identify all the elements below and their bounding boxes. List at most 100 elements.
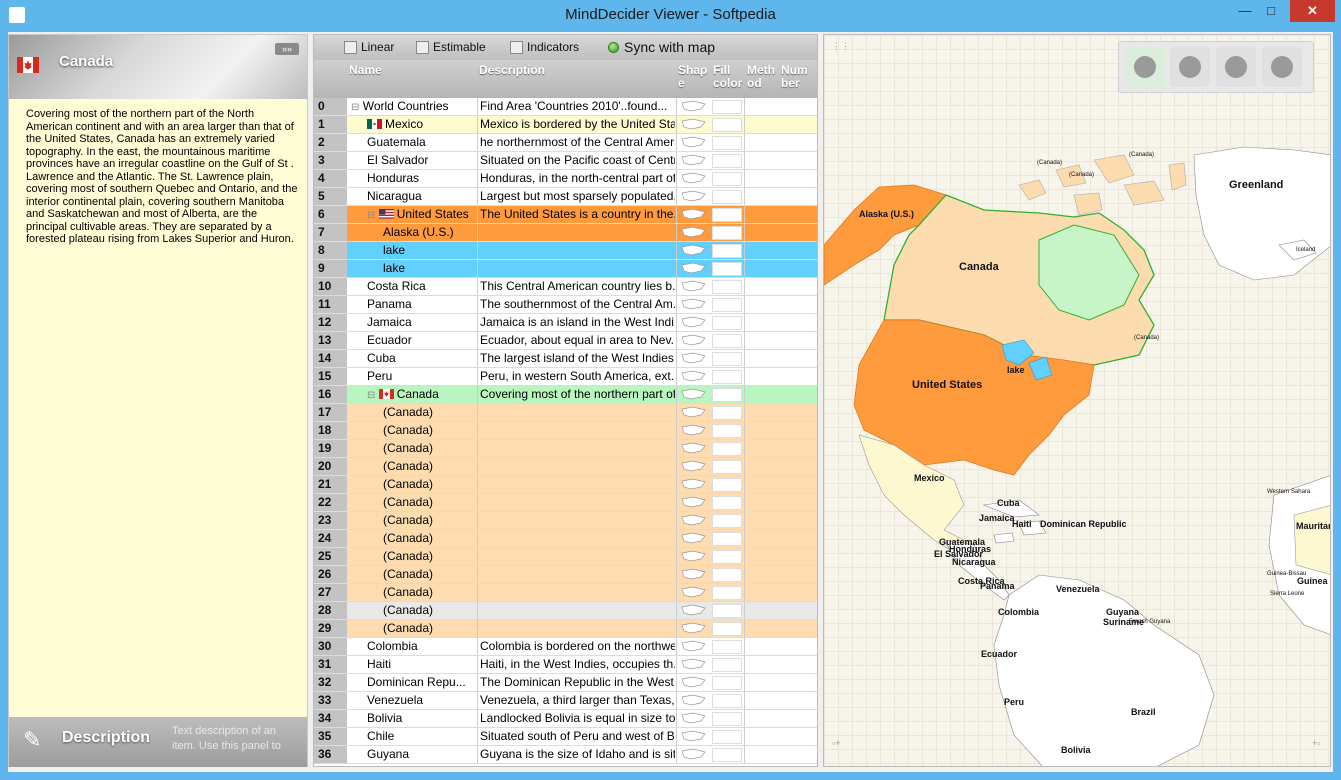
map-label-honduras[interactable]: Honduras — [949, 544, 991, 554]
row-fill-color[interactable] — [712, 208, 742, 222]
collapse-panel-button[interactable]: »» — [275, 43, 299, 55]
row-shape-cell[interactable] — [676, 494, 710, 511]
row-name-cell[interactable]: Costa Rica — [348, 278, 476, 295]
row-description[interactable]: Landlocked Bolivia is equal in size to..… — [477, 710, 675, 727]
row-name-cell[interactable]: Alaska (U.S.) — [348, 224, 476, 241]
row-fill-color[interactable] — [712, 298, 742, 312]
map-tool-notes[interactable] — [1262, 47, 1302, 87]
row-extra-cells[interactable] — [744, 368, 817, 385]
table-row[interactable]: 8 lake — [314, 242, 817, 260]
row-description[interactable] — [477, 602, 675, 619]
row-description[interactable]: Covering most of the northern part of... — [477, 386, 675, 403]
row-shape-cell[interactable] — [676, 206, 710, 223]
map-label-guinea[interactable]: Guinea — [1297, 576, 1328, 586]
row-extra-cells[interactable] — [744, 476, 817, 493]
row-description[interactable]: Find Area 'Countries 2010'..found... — [477, 98, 675, 115]
table-row[interactable]: 31 Haiti Haiti, in the West Indies, occupi… — [314, 656, 817, 674]
row-extra-cells[interactable] — [744, 116, 817, 133]
row-fill-color[interactable] — [712, 316, 742, 330]
row-fill-color[interactable] — [712, 622, 742, 636]
row-description[interactable] — [477, 584, 675, 601]
row-shape-cell[interactable] — [676, 170, 710, 187]
row-name-cell[interactable]: (Canada) — [348, 476, 476, 493]
row-shape-cell[interactable] — [676, 314, 710, 331]
row-shape-cell[interactable] — [676, 116, 710, 133]
row-extra-cells[interactable] — [744, 602, 817, 619]
row-extra-cells[interactable] — [744, 710, 817, 727]
row-description[interactable] — [477, 620, 675, 637]
map-label-bolivia[interactable]: Bolivia — [1061, 745, 1091, 755]
row-extra-cells[interactable] — [744, 530, 817, 547]
table-row[interactable]: 11 Panama The southernmost of the Central … — [314, 296, 817, 314]
column-method[interactable]: Meth od — [747, 64, 779, 90]
row-name-cell[interactable]: Peru — [348, 368, 476, 385]
row-extra-cells[interactable] — [744, 170, 817, 187]
row-description[interactable]: The United States is a country in the... — [477, 206, 675, 223]
row-extra-cells[interactable] — [744, 278, 817, 295]
row-name-cell[interactable]: lake — [348, 260, 476, 277]
map-label-canada-island[interactable]: (Canada) — [1037, 160, 1062, 166]
row-extra-cells[interactable] — [744, 134, 817, 151]
map-label-venezuela[interactable]: Venezuela — [1056, 584, 1100, 594]
row-extra-cells[interactable] — [744, 512, 817, 529]
row-shape-cell[interactable] — [676, 296, 710, 313]
row-extra-cells[interactable] — [744, 566, 817, 583]
map-label-canada-island[interactable]: (Canada) — [1134, 335, 1159, 341]
row-shape-cell[interactable] — [676, 620, 710, 637]
row-name-cell[interactable]: lake — [348, 242, 476, 259]
row-fill-color[interactable] — [712, 586, 742, 600]
row-name-cell[interactable]: Honduras — [348, 170, 476, 187]
row-extra-cells[interactable] — [744, 386, 817, 403]
row-extra-cells[interactable] — [744, 260, 817, 277]
map-label-western-sahara[interactable]: Western Sahara — [1267, 489, 1310, 495]
map-tool-fill[interactable] — [1125, 47, 1165, 87]
row-name-cell[interactable]: El Salvador — [348, 152, 476, 169]
row-shape-cell[interactable] — [676, 440, 710, 457]
row-extra-cells[interactable] — [744, 314, 817, 331]
row-description[interactable] — [477, 476, 675, 493]
row-shape-cell[interactable] — [676, 404, 710, 421]
row-fill-color[interactable] — [712, 388, 742, 402]
row-description[interactable] — [477, 242, 675, 259]
row-name-cell[interactable]: (Canada) — [348, 566, 476, 583]
map-label-peru[interactable]: Peru — [1004, 697, 1024, 707]
map-label-greenland[interactable]: Greenland — [1229, 179, 1283, 191]
row-extra-cells[interactable] — [744, 152, 817, 169]
map-zoom-out-icon[interactable]: +▫ — [1312, 738, 1320, 748]
row-extra-cells[interactable] — [744, 692, 817, 709]
row-name-cell[interactable]: Bolivia — [348, 710, 476, 727]
column-shape[interactable]: Shap e — [678, 64, 710, 90]
row-name-cell[interactable]: Jamaica — [348, 314, 476, 331]
row-description[interactable]: Venezuela, a third larger than Texas,... — [477, 692, 675, 709]
table-row[interactable]: 6 ⊟ United States The United States is a c… — [314, 206, 817, 224]
row-extra-cells[interactable] — [744, 638, 817, 655]
row-description[interactable]: Colombia is bordered on the northwe... — [477, 638, 675, 655]
row-description[interactable] — [477, 530, 675, 547]
row-extra-cells[interactable] — [744, 494, 817, 511]
row-extra-cells[interactable] — [744, 458, 817, 475]
row-name-cell[interactable]: (Canada) — [348, 602, 476, 619]
row-shape-cell[interactable] — [676, 512, 710, 529]
row-description[interactable]: The southernmost of the Central Am... — [477, 296, 675, 313]
table-row[interactable]: 17 (Canada) — [314, 404, 817, 422]
map-label-colombia[interactable]: Colombia — [998, 607, 1039, 617]
row-extra-cells[interactable] — [744, 296, 817, 313]
table-row[interactable]: 9 lake — [314, 260, 817, 278]
table-row[interactable]: 3 El Salvador Situated on the Pacific coas… — [314, 152, 817, 170]
table-row[interactable]: 10 Costa Rica This Central American countr… — [314, 278, 817, 296]
row-fill-color[interactable] — [712, 478, 742, 492]
table-row[interactable]: 27 (Canada) — [314, 584, 817, 602]
table-row[interactable]: 12 Jamaica Jamaica is an island in the Wes… — [314, 314, 817, 332]
row-name-cell[interactable]: ⊟ United States — [348, 206, 476, 223]
table-row[interactable]: 26 (Canada) — [314, 566, 817, 584]
map-label-mauritania[interactable]: Mauritania — [1296, 521, 1330, 531]
estimable-checkbox[interactable]: Estimable — [416, 40, 486, 54]
map-label-lake[interactable]: lake — [1007, 365, 1025, 375]
row-shape-cell[interactable] — [676, 422, 710, 439]
row-name-cell[interactable]: Panama — [348, 296, 476, 313]
row-extra-cells[interactable] — [744, 242, 817, 259]
row-description[interactable]: Ecuador, about equal in area to Nev... — [477, 332, 675, 349]
table-row[interactable]: 16 ⊟ Canada Covering most of the northern … — [314, 386, 817, 404]
table-row[interactable]: 32 Dominican Repu... The Dominican Republi… — [314, 674, 817, 692]
map-label-french-guyana[interactable]: French Guyana — [1129, 619, 1170, 625]
